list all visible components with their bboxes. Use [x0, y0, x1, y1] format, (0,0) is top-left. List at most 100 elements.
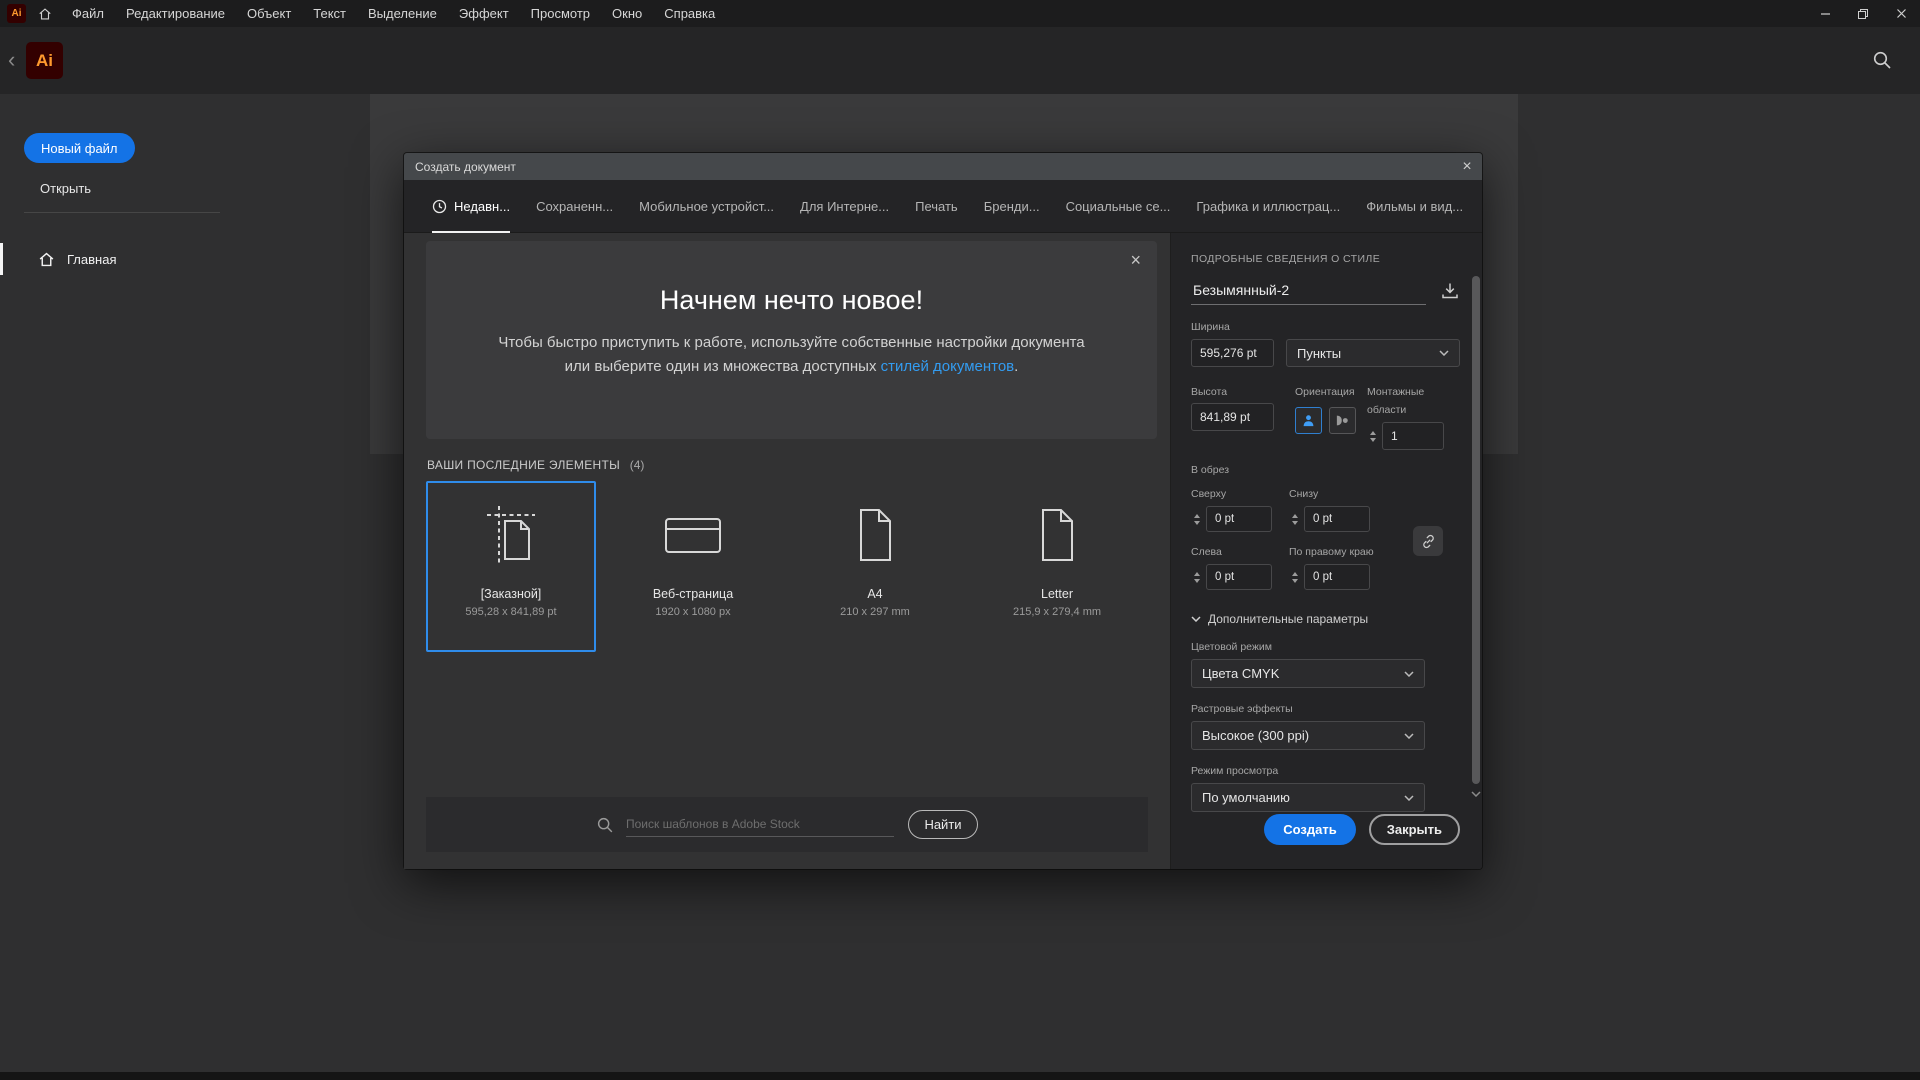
orientation-portrait-button[interactable] — [1295, 407, 1322, 434]
tab-print[interactable]: Печать — [915, 180, 958, 233]
close-icon[interactable]: × — [1130, 251, 1141, 269]
bleed-right-input[interactable] — [1304, 564, 1370, 590]
preview-mode-select[interactable]: По умолчанию — [1191, 783, 1425, 812]
recent-item-size: 595,28 x 841,89 pt — [465, 606, 556, 618]
menu-help[interactable]: Справка — [653, 0, 726, 27]
preview-mode-label: Режим просмотра — [1191, 765, 1460, 777]
menu-select[interactable]: Выделение — [357, 0, 448, 27]
bleed-bottom-stepper[interactable] — [1289, 514, 1301, 525]
sidebar-divider — [24, 212, 220, 213]
tab-branding[interactable]: Бренди... — [984, 180, 1040, 233]
page-icon — [1026, 483, 1088, 587]
artboards-label: Монтажныеобласти — [1367, 386, 1424, 416]
units-select[interactable]: Пункты — [1286, 339, 1460, 367]
download-preset-icon[interactable] — [1440, 281, 1460, 305]
menu-effect[interactable]: Эффект — [448, 0, 520, 27]
find-button[interactable]: Найти — [908, 810, 978, 839]
scrollbar-down-arrow-icon[interactable] — [1471, 791, 1481, 797]
tab-label: Социальные се... — [1066, 199, 1171, 214]
raster-effects-label: Растровые эффекты — [1191, 703, 1460, 715]
menu-view[interactable]: Просмотр — [520, 0, 601, 27]
color-mode-select[interactable]: Цвета CMYK — [1191, 659, 1425, 688]
search-icon — [596, 816, 614, 834]
window-controls — [1806, 0, 1920, 27]
height-input[interactable] — [1191, 403, 1274, 431]
bleed-left-input[interactable] — [1206, 564, 1272, 590]
portrait-icon — [1301, 413, 1316, 428]
search-icon[interactable] — [1872, 50, 1892, 70]
recent-items-row: [Заказной] 595,28 x 841,89 pt Веб-страни… — [426, 481, 1154, 652]
recent-item-size: 1920 x 1080 px — [655, 606, 730, 618]
stock-search-bar: Найти — [426, 797, 1148, 852]
create-button[interactable]: Создать — [1264, 814, 1355, 845]
tab-mobile[interactable]: Мобильное устройст... — [639, 180, 774, 233]
tab-saved[interactable]: Сохраненн... — [536, 180, 613, 233]
bleed-right-stepper[interactable] — [1289, 572, 1301, 583]
dialog-tabbar: Недавн... Сохраненн... Мобильное устройс… — [404, 180, 1482, 233]
home-icon[interactable] — [38, 7, 52, 21]
close-icon[interactable]: × — [1452, 153, 1482, 180]
bleed-bottom-input[interactable] — [1304, 506, 1370, 532]
close-icon[interactable] — [1882, 0, 1920, 27]
artboards-stepper[interactable] — [1367, 431, 1379, 442]
dialog-left-pane: × Начнем нечто новое! Чтобы быстро прист… — [404, 233, 1170, 869]
app-header: ‹ Ai — [0, 27, 1920, 94]
hero-body: Чтобы быстро приступить к работе, исполь… — [490, 331, 1094, 379]
minimize-icon[interactable] — [1806, 0, 1844, 27]
tab-label: Для Интерне... — [800, 199, 889, 214]
browser-window-icon — [662, 483, 724, 587]
advanced-options-toggle[interactable]: Дополнительные параметры — [1191, 612, 1460, 626]
color-mode-label: Цветовой режим — [1191, 641, 1460, 653]
menu-type[interactable]: Текст — [302, 0, 357, 27]
raster-effects-value: Высокое (300 ppi) — [1202, 728, 1309, 743]
menu-window[interactable]: Окно — [601, 0, 653, 27]
bleed-bottom-label: Снизу — [1289, 488, 1318, 500]
recent-item-size: 215,9 x 279,4 mm — [1013, 606, 1101, 618]
bleed-top-stepper[interactable] — [1191, 514, 1203, 525]
new-file-button[interactable]: Новый файл — [24, 133, 135, 163]
dialog-titlebar[interactable]: Создать документ × — [404, 153, 1482, 180]
sidebar-item-home[interactable]: Главная — [0, 243, 230, 275]
close-dialog-button[interactable]: Закрыть — [1369, 814, 1460, 845]
recent-item-name: [Заказной] — [481, 587, 542, 601]
bleed-top-input[interactable] — [1206, 506, 1272, 532]
recent-items-heading: ВАШИ ПОСЛЕДНИЕ ЭЛЕМЕНТЫ (4) — [427, 458, 644, 472]
units-value: Пункты — [1297, 346, 1341, 361]
restore-icon[interactable] — [1844, 0, 1882, 27]
recent-item-web-page[interactable]: Веб-страница 1920 x 1080 px — [608, 481, 778, 652]
raster-effects-select[interactable]: Высокое (300 ppi) — [1191, 721, 1425, 750]
hero-banner: × Начнем нечто новое! Чтобы быстро прист… — [426, 241, 1157, 439]
tab-social[interactable]: Социальные се... — [1066, 180, 1171, 233]
bleed-left-stepper[interactable] — [1191, 572, 1203, 583]
advanced-options-label: Дополнительные параметры — [1208, 612, 1368, 626]
recent-item-size: 210 x 297 mm — [840, 606, 910, 618]
tab-recent[interactable]: Недавн... — [432, 180, 510, 233]
artboards-input[interactable] — [1382, 422, 1444, 450]
document-presets-link[interactable]: стилей документов — [881, 358, 1015, 375]
color-mode-value: Цвета CMYK — [1202, 666, 1279, 681]
tab-film-video[interactable]: Фильмы и вид... — [1366, 180, 1463, 233]
recent-item-letter[interactable]: Letter 215,9 x 279,4 mm — [972, 481, 1142, 652]
preview-mode-value: По умолчанию — [1202, 790, 1290, 805]
dialog-title: Создать документ — [404, 160, 516, 174]
back-chevron-icon[interactable]: ‹ — [8, 47, 15, 73]
width-input[interactable] — [1191, 339, 1274, 367]
tab-web[interactable]: Для Интерне... — [800, 180, 889, 233]
preset-details-panel: ПОДРОБНЫЕ СВЕДЕНИЯ О СТИЛЕ Ширина Пункты… — [1170, 233, 1482, 869]
menu-object[interactable]: Объект — [236, 0, 302, 27]
active-indicator — [0, 243, 3, 275]
link-bleed-values-button[interactable] — [1413, 526, 1443, 556]
orientation-landscape-button[interactable] — [1329, 407, 1356, 434]
stock-search-input[interactable] — [626, 813, 894, 837]
document-name-input[interactable] — [1191, 282, 1426, 305]
menu-file[interactable]: Файл — [61, 0, 115, 27]
recent-item-custom[interactable]: [Заказной] 595,28 x 841,89 pt — [426, 481, 596, 652]
taskbar-sliver — [0, 1072, 1920, 1080]
tab-art-illustration[interactable]: Графика и иллюстрац... — [1196, 180, 1340, 233]
menu-edit[interactable]: Редактирование — [115, 0, 236, 27]
sidebar-item-label: Главная — [67, 252, 116, 267]
panel-scrollbar-thumb[interactable] — [1472, 276, 1480, 784]
recent-item-a4[interactable]: A4 210 x 297 mm — [790, 481, 960, 652]
open-button[interactable]: Открыть — [40, 181, 91, 196]
illustrator-app-icon[interactable]: Ai — [7, 4, 26, 23]
